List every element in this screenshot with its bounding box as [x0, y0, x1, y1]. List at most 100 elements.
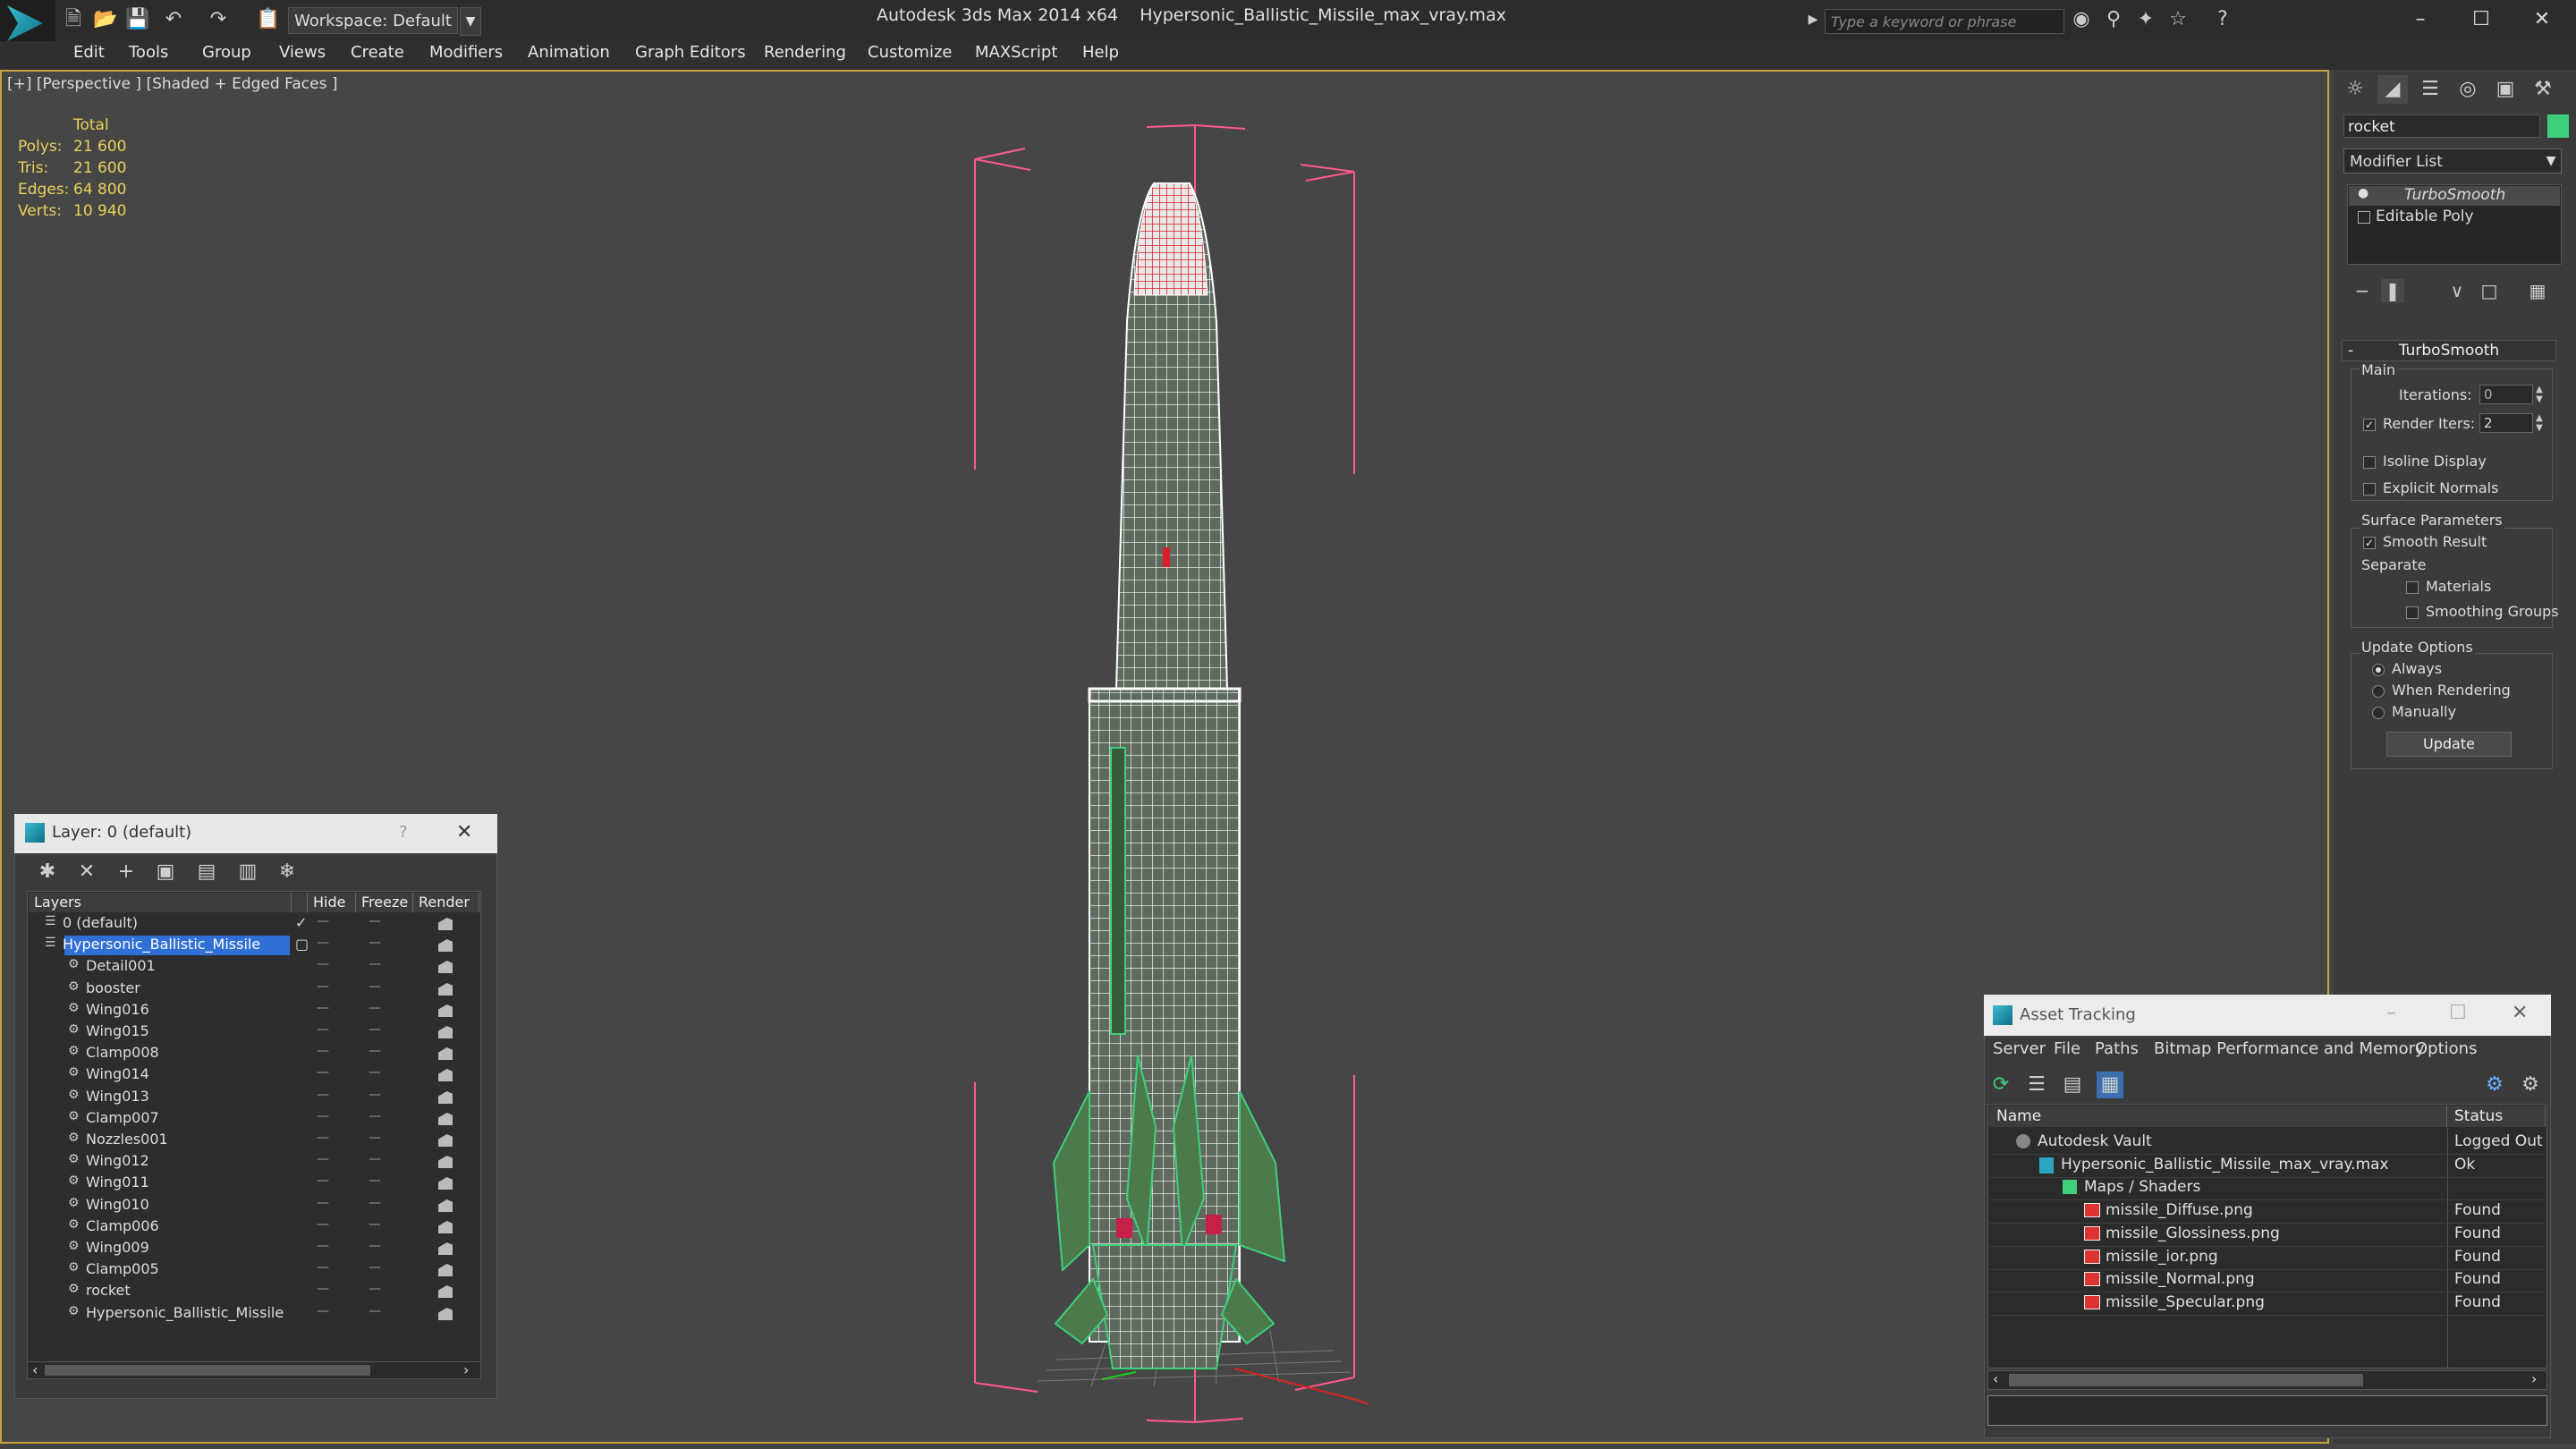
layer-row[interactable]: ⚙ Detail001 — —: [29, 957, 479, 979]
col-freeze[interactable]: Freeze: [356, 893, 413, 912]
layer-name[interactable]: 0 (default): [63, 914, 138, 931]
project-folder-icon[interactable]: 📋: [256, 7, 281, 32]
layer-name[interactable]: Clamp006: [86, 1217, 159, 1234]
hide-toggle[interactable]: —: [317, 1239, 329, 1253]
isoline-display-checkbox[interactable]: [2363, 456, 2376, 469]
scroll-right-icon[interactable]: ›: [2531, 1370, 2537, 1387]
refresh-icon[interactable]: ⟳: [1987, 1072, 2014, 1098]
update-button[interactable]: Update: [2386, 732, 2512, 757]
maximize-button[interactable]: ☐: [2454, 4, 2508, 36]
settings-icon[interactable]: ⚙: [2517, 1072, 2544, 1098]
render-teapot-icon[interactable]: [438, 1091, 453, 1104]
render-teapot-icon[interactable]: [438, 1134, 453, 1147]
detail-view-icon[interactable]: ▤: [2059, 1072, 2086, 1098]
layer-row[interactable]: ⚙ Wing010 — —: [29, 1196, 479, 1217]
configure-sets-icon[interactable]: ▦: [2526, 279, 2549, 302]
layer-name[interactable]: Wing012: [86, 1152, 149, 1169]
menu-group[interactable]: Group: [202, 43, 251, 62]
hide-toggle[interactable]: —: [317, 1131, 329, 1145]
layer-name[interactable]: Hypersonic_Ballistic_Missile: [63, 936, 260, 953]
freeze-toggle[interactable]: —: [369, 1152, 381, 1166]
pin-stack-icon[interactable]: −: [2351, 279, 2374, 302]
hide-toggle[interactable]: —: [317, 1282, 329, 1296]
freeze-toggle[interactable]: —: [369, 1196, 381, 1210]
hierarchy-tab-icon[interactable]: ☰: [2415, 75, 2445, 104]
menu-edit[interactable]: Edit: [73, 43, 105, 62]
freeze-toggle[interactable]: —: [369, 914, 381, 928]
layer-row[interactable]: ☰ 0 (default) ✓ — —: [29, 914, 479, 936]
delete-layer-icon[interactable]: ✕: [73, 859, 100, 886]
undo-icon[interactable]: ↶: [161, 7, 186, 32]
favorites-star-icon[interactable]: ☆: [2165, 7, 2191, 32]
iterations-input[interactable]: 0: [2479, 385, 2533, 404]
create-layer-icon[interactable]: ✱: [34, 859, 61, 886]
layer-name[interactable]: Wing011: [86, 1174, 149, 1191]
render-teapot-icon[interactable]: [438, 1026, 453, 1038]
layer-row[interactable]: ⚙ Wing014 — —: [29, 1065, 479, 1087]
hide-toggle[interactable]: —: [317, 1001, 329, 1015]
freeze-toggle[interactable]: —: [369, 1260, 381, 1275]
layer-row[interactable]: ⚙ Nozzles001 — —: [29, 1131, 479, 1152]
search-input[interactable]: Type a keyword or phrase: [1825, 9, 2064, 34]
show-end-result-icon[interactable]: ❚: [2381, 279, 2404, 302]
asset-row[interactable]: missile_Glossiness.png Found: [1989, 1224, 2544, 1247]
render-teapot-icon[interactable]: [438, 1113, 453, 1125]
layer-name[interactable]: rocket: [86, 1282, 131, 1299]
layer-name[interactable]: booster: [86, 979, 140, 996]
menu-customize[interactable]: Customize: [868, 43, 952, 62]
col-name[interactable]: Name: [1989, 1106, 2447, 1127]
close-icon[interactable]: ✕: [2512, 1002, 2528, 1024]
render-teapot-icon[interactable]: [438, 961, 453, 973]
modifier-list-dropdown[interactable]: Modifier List: [2343, 148, 2562, 174]
scrollbar-thumb[interactable]: [2009, 1374, 2363, 1386]
hide-toggle[interactable]: —: [317, 1260, 329, 1275]
menu-create[interactable]: Create: [351, 43, 404, 62]
turbosmooth-rollout-header[interactable]: - TurboSmooth: [2342, 340, 2556, 361]
menu-views[interactable]: Views: [279, 43, 326, 62]
help-browser-icon[interactable]: ⚙: [2481, 1072, 2508, 1098]
render-teapot-icon[interactable]: [438, 1156, 453, 1168]
asset-row[interactable]: missile_Normal.png Found: [1989, 1270, 2544, 1292]
render-teapot-icon[interactable]: [438, 1308, 453, 1320]
hide-toggle[interactable]: —: [317, 1065, 329, 1080]
freeze-toggle[interactable]: —: [369, 957, 381, 971]
explicit-normals-checkbox[interactable]: [2363, 483, 2376, 496]
render-teapot-icon[interactable]: [438, 939, 453, 952]
hide-toggle[interactable]: —: [317, 1088, 329, 1102]
layer-name[interactable]: Detail001: [86, 957, 156, 974]
stack-item-editable-poly[interactable]: Editable Poly: [2376, 208, 2474, 225]
render-iters-input[interactable]: 2: [2479, 413, 2533, 433]
freeze-toggle[interactable]: —: [369, 1174, 381, 1188]
hide-toggle[interactable]: —: [317, 1217, 329, 1232]
freeze-all-layers-icon[interactable]: ❄: [274, 859, 301, 886]
asset-row[interactable]: Maps / Shaders: [1989, 1178, 2544, 1200]
list-view-icon[interactable]: ☰: [2023, 1072, 2050, 1098]
freeze-toggle[interactable]: —: [369, 1304, 381, 1318]
motion-tab-icon[interactable]: ◎: [2453, 75, 2483, 104]
current-layer-check-icon[interactable]: ✓: [295, 914, 307, 931]
scroll-left-icon[interactable]: ‹: [32, 1361, 38, 1378]
layer-name[interactable]: Hypersonic_Ballistic_Missile: [86, 1304, 284, 1321]
col-status[interactable]: Status: [2447, 1106, 2546, 1127]
asset-path-field[interactable]: [1987, 1395, 2547, 1426]
utilities-tab-icon[interactable]: ⚒: [2528, 75, 2558, 104]
render-teapot-icon[interactable]: [438, 1199, 453, 1212]
layer-row[interactable]: ⚙ Hypersonic_Ballistic_Missile — —: [29, 1304, 479, 1326]
hide-toggle[interactable]: —: [317, 1304, 329, 1318]
select-objects-icon[interactable]: ▣: [152, 859, 179, 886]
missile-model[interactable]: [948, 116, 1413, 1431]
scroll-right-icon[interactable]: ›: [463, 1361, 469, 1378]
workspace-dropdown[interactable]: Workspace: Default: [288, 7, 458, 34]
menu-bitmap-performance[interactable]: Bitmap Performance and Memory: [2154, 1039, 2425, 1058]
smooth-result-checkbox[interactable]: ✓: [2363, 537, 2376, 549]
close-icon[interactable]: ✕: [456, 821, 472, 843]
menu-help[interactable]: Help: [1082, 43, 1119, 62]
freeze-toggle[interactable]: —: [369, 1239, 381, 1253]
lightbulb-icon[interactable]: ●: [2358, 186, 2368, 200]
render-teapot-icon[interactable]: [438, 1047, 453, 1060]
hide-toggle[interactable]: —: [317, 914, 329, 928]
display-tab-icon[interactable]: ▣: [2490, 75, 2521, 104]
viewport-label[interactable]: [+] [Perspective ] [Shaded + Edged Faces…: [7, 75, 337, 93]
layer-row[interactable]: ⚙ Clamp005 — —: [29, 1260, 479, 1282]
smoothing-groups-checkbox[interactable]: [2406, 606, 2419, 619]
